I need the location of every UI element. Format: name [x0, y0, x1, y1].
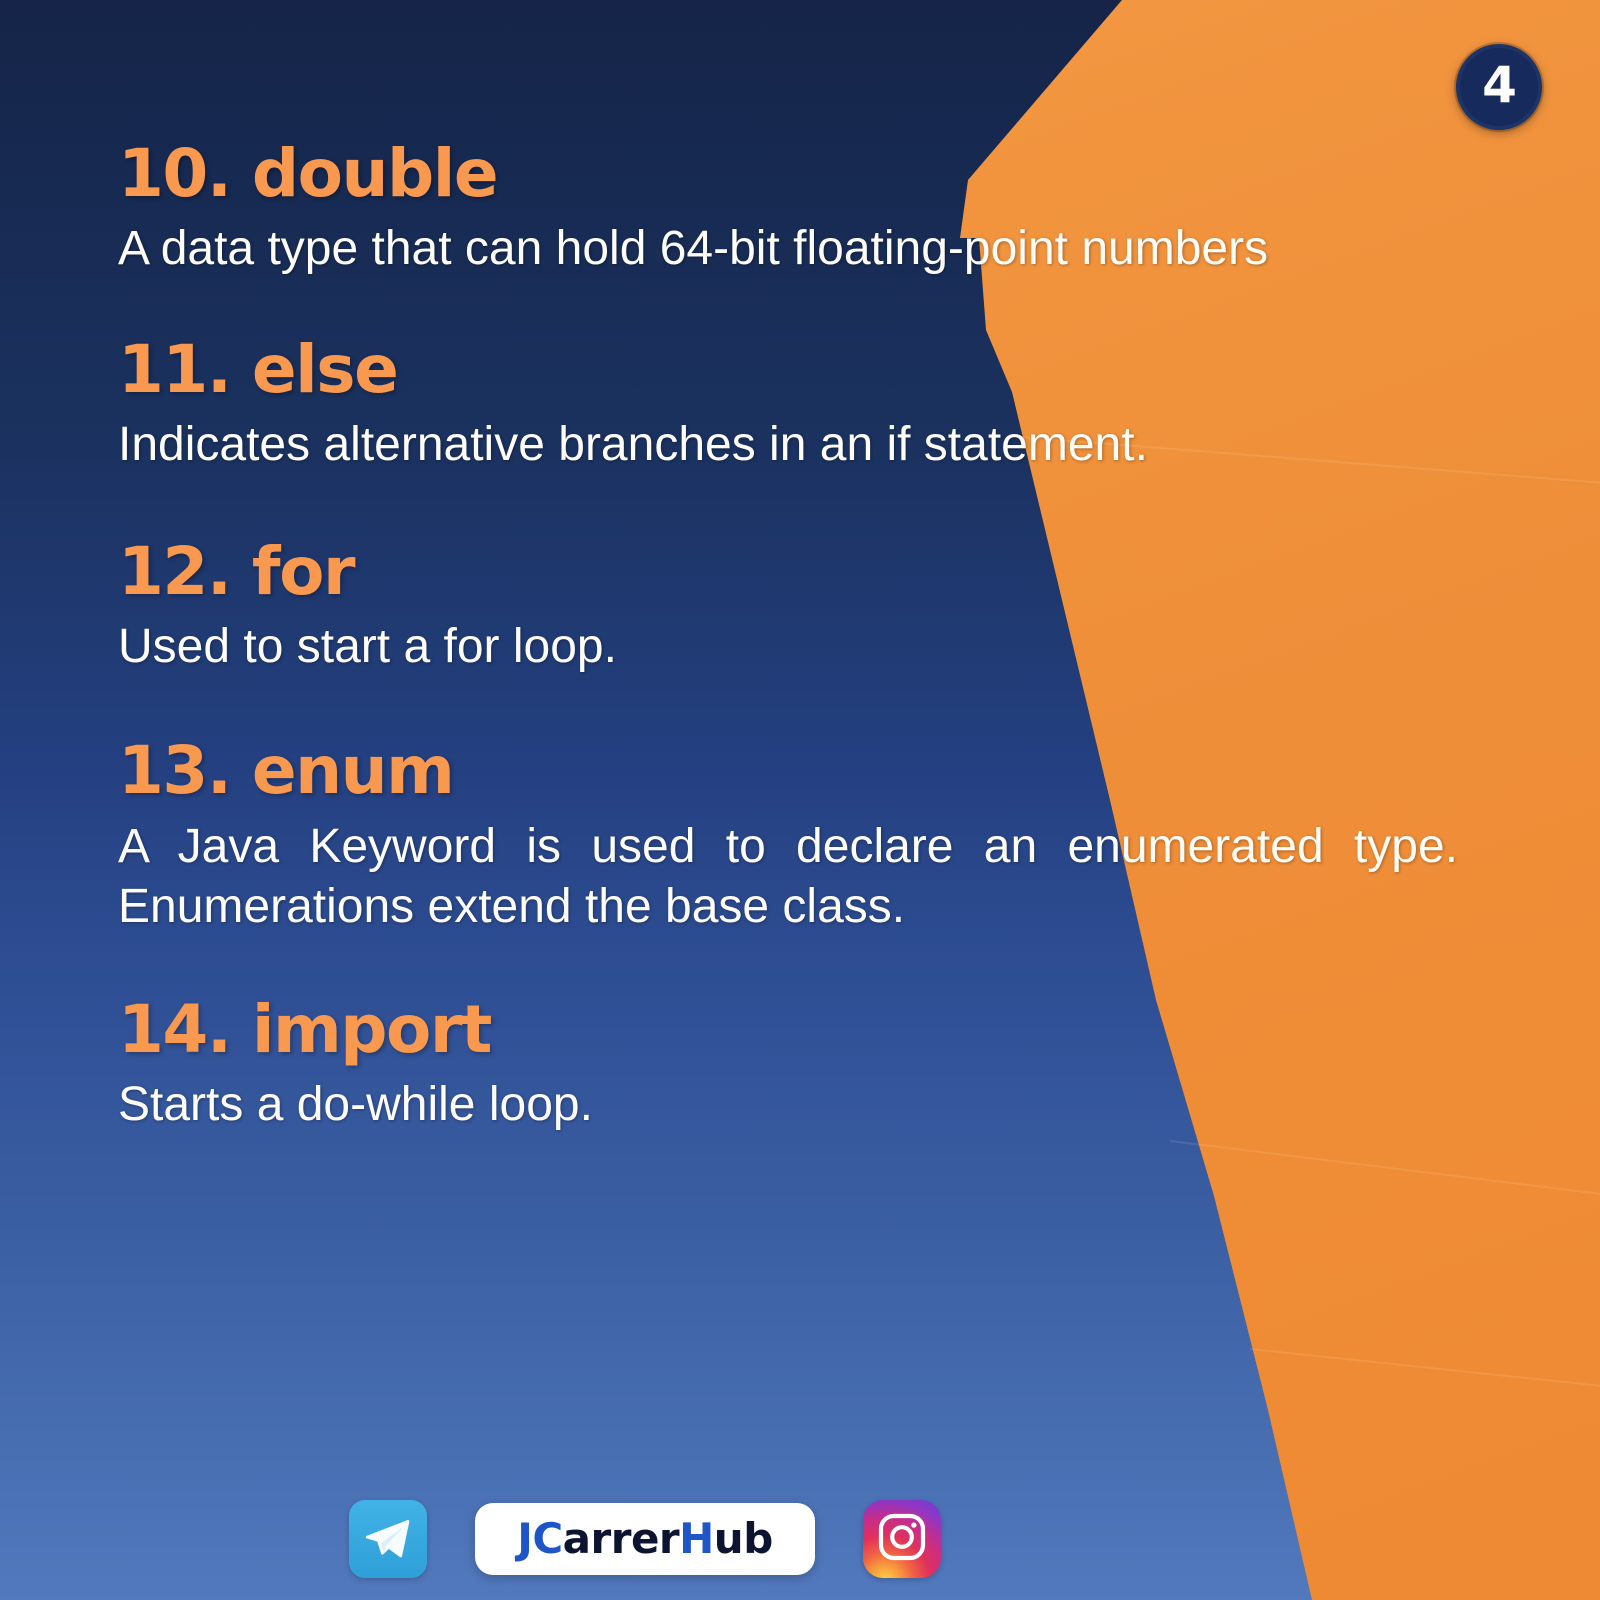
- page-number-badge: 4: [1456, 44, 1542, 130]
- keyword-description: Used to start a for loop.: [118, 619, 617, 673]
- brand-pill[interactable]: JCarrerHub: [475, 1503, 815, 1575]
- keyword-entry: 12. for Used to start a for loop.: [118, 532, 1458, 678]
- keyword-entry: 13. enum A Java Keyword is used to decla…: [118, 737, 1458, 937]
- instagram-camera-icon: [874, 1509, 930, 1570]
- brand-part-h: H: [679, 1514, 714, 1563]
- page-number-text: 4: [1482, 56, 1517, 114]
- social-footer: JCarrerHub: [0, 1500, 1290, 1578]
- keyword-list: 10. double A data type that can hold 64-…: [118, 140, 1458, 1135]
- keyword-entry: 11. else Indicates alternative branches …: [118, 330, 1458, 476]
- keyword-description: A Java Keyword is used to declare an enu…: [118, 819, 1458, 934]
- keyword-description: A data type that can hold 64-bit floatin…: [118, 222, 1269, 276]
- keyword-title: 10. double: [118, 135, 499, 212]
- telegram-paper-plane-icon: [362, 1511, 414, 1568]
- brand-part-arrer: arrer: [562, 1514, 680, 1563]
- keyword-title: 11. else: [118, 330, 399, 408]
- instagram-link[interactable]: [862, 1500, 941, 1578]
- brand-name: JCarrerHub: [517, 1518, 773, 1560]
- keyword-entry: 14. import Starts a do-while loop.: [118, 990, 1458, 1136]
- keyword-description: Starts a do-while loop.: [118, 1077, 593, 1131]
- telegram-link[interactable]: [349, 1500, 428, 1578]
- brand-part-jc: JC: [517, 1514, 563, 1563]
- brand-part-ub: ub: [713, 1514, 773, 1563]
- slide-canvas: 4 10. double A data type that can hold 6…: [0, 0, 1600, 1600]
- keyword-title: 13. enum: [118, 732, 455, 810]
- keyword-description: Indicates alternative branches in an if …: [118, 418, 1148, 472]
- keyword-title: 12. for: [118, 532, 356, 610]
- keyword-title: 14. import: [118, 990, 492, 1068]
- keyword-entry: 10. double A data type that can hold 64-…: [118, 140, 1458, 280]
